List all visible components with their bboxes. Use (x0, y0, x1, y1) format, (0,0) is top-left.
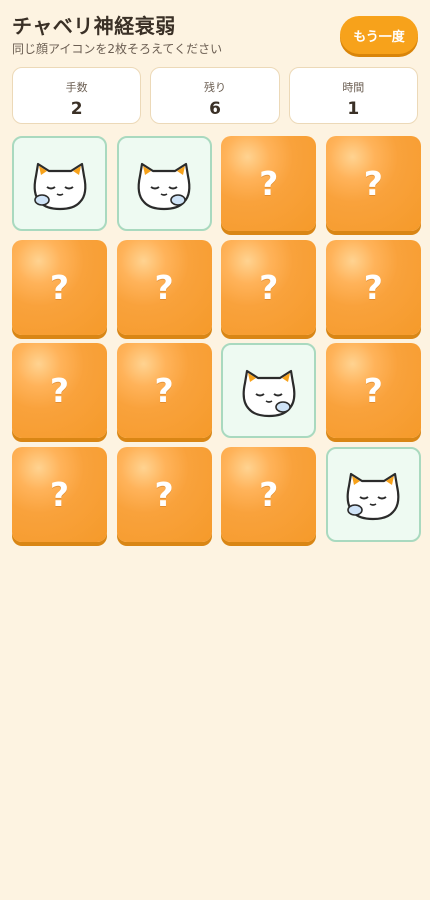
stat-label: 残り (203, 81, 226, 94)
page-subtitle: 同じ顔アイコンを2枚そろえてください (12, 42, 223, 56)
question-mark-icon: ? (49, 267, 70, 307)
card-face-down[interactable]: ? (116, 446, 212, 542)
stat-label: 時間 (342, 81, 365, 94)
question-mark-icon: ? (259, 267, 279, 307)
card-face-down[interactable]: ? (325, 343, 421, 439)
question-mark-icon: ? (259, 164, 279, 203)
header: チャベリ神経衰弱 同じ顔アイコンを2枚そろえてください もう一度 (0, 0, 430, 62)
card-face-down[interactable]: ? (116, 343, 212, 439)
question-mark-icon: ? (363, 371, 383, 411)
card-face-down[interactable]: ? (221, 446, 317, 542)
question-mark-icon: ? (154, 474, 174, 514)
page-title: チャベリ神経衰弱 (12, 14, 176, 38)
stat-value: 2 (70, 99, 83, 119)
cat-face-icon (137, 162, 191, 210)
stats-bar: 手数 2 残り 6 時間 1 (12, 67, 418, 124)
card-face-down[interactable]: ? (221, 136, 317, 231)
question-mark-icon: ? (363, 164, 383, 203)
card-face-down[interactable]: ? (12, 343, 107, 439)
question-mark-icon: ? (154, 267, 174, 307)
card-face-up[interactable] (221, 343, 317, 439)
card-face-down[interactable]: ? (325, 136, 421, 231)
card-face-down[interactable]: ? (221, 239, 317, 335)
card-face-down[interactable]: ? (12, 239, 107, 335)
card-face-down[interactable]: ? (325, 239, 421, 335)
stat-moves: 手数 2 (12, 67, 142, 124)
cat-face-icon (33, 162, 86, 210)
question-mark-icon: ? (363, 267, 383, 307)
stat-label: 手数 (65, 81, 88, 94)
card-face-down[interactable]: ? (12, 446, 107, 542)
question-mark-icon: ? (154, 371, 174, 411)
stat-value: 6 (209, 99, 221, 119)
card-face-down[interactable]: ? (116, 239, 212, 335)
question-mark-icon: ? (49, 474, 70, 514)
restart-button[interactable]: もう一度 (340, 16, 418, 54)
stat-time: 時間 1 (288, 67, 418, 124)
card-face-up[interactable] (12, 136, 107, 231)
cat-face-icon (346, 473, 400, 521)
stat-remaining: 残り 6 (150, 67, 280, 124)
card-board: ???????????? (12, 136, 421, 542)
card-face-up[interactable] (325, 446, 421, 542)
question-mark-icon: ? (259, 474, 279, 514)
question-mark-icon: ? (49, 371, 70, 411)
cat-face-icon (242, 369, 296, 417)
card-face-up[interactable] (116, 136, 212, 231)
stat-value: 1 (347, 99, 360, 119)
